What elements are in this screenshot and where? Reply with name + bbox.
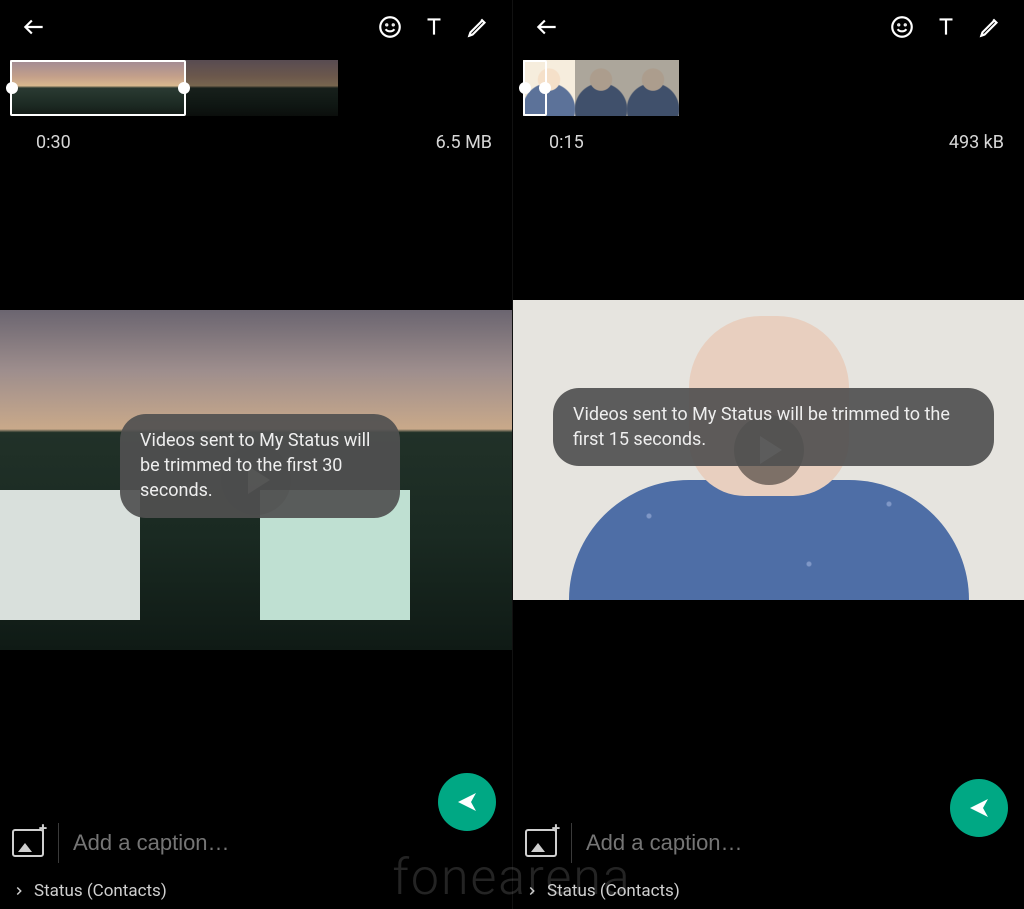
chevron-right-icon <box>12 884 26 898</box>
caption-input[interactable] <box>73 830 500 856</box>
divider <box>58 823 59 863</box>
arrow-left-icon <box>21 14 47 40</box>
filmstrip[interactable] <box>10 60 502 116</box>
recipient-selector[interactable]: Status (Contacts) <box>525 863 1012 901</box>
status-trim-toast: Videos sent to My Status will be trimmed… <box>120 414 400 518</box>
trim-meta: 0:30 6.5 MB <box>10 116 502 153</box>
frame-thumb <box>184 60 242 116</box>
top-bar <box>513 0 1024 54</box>
video-size: 6.5 MB <box>436 132 492 153</box>
video-trim[interactable]: 0:15 493 kB <box>513 54 1024 153</box>
add-media-button[interactable] <box>525 829 557 857</box>
send-icon <box>455 790 479 814</box>
text-button[interactable] <box>924 5 968 49</box>
emoji-button[interactable] <box>880 5 924 49</box>
top-bar <box>0 0 512 54</box>
trim-meta: 0:15 493 kB <box>523 116 1014 153</box>
frame-thumb <box>575 60 627 116</box>
send-button[interactable] <box>950 779 1008 837</box>
add-media-button[interactable] <box>12 829 44 857</box>
scene-art <box>569 480 969 600</box>
bottom-bar: Status (Contacts) <box>0 813 512 909</box>
frame-thumb <box>523 60 575 116</box>
frame-thumb <box>68 60 126 116</box>
frame-thumb <box>10 60 68 116</box>
screen-left: 0:30 6.5 MB Videos sent to My Status wil… <box>0 0 512 909</box>
arrow-left-icon <box>534 14 560 40</box>
frame-thumb <box>300 60 338 116</box>
emoji-button[interactable] <box>368 5 412 49</box>
video-duration: 0:15 <box>549 132 584 153</box>
frame-thumb <box>242 60 300 116</box>
draw-button[interactable] <box>968 5 1012 49</box>
caption-input[interactable] <box>586 830 1012 856</box>
smile-icon <box>889 14 915 40</box>
screen-right: 0:15 493 kB Videos sent to My Status wil… <box>512 0 1024 909</box>
text-button[interactable] <box>412 5 456 49</box>
filmstrip[interactable] <box>523 60 1014 116</box>
chevron-right-icon <box>525 884 539 898</box>
send-button[interactable] <box>438 773 496 831</box>
video-size: 493 kB <box>949 132 1004 153</box>
recipient-label: Status (Contacts) <box>34 881 167 901</box>
divider <box>571 823 572 863</box>
pencil-icon <box>977 14 1003 40</box>
bottom-bar: Status (Contacts) <box>513 813 1024 909</box>
text-icon <box>421 14 447 40</box>
back-button[interactable] <box>525 5 569 49</box>
text-icon <box>933 14 959 40</box>
recipient-selector[interactable]: Status (Contacts) <box>12 863 500 901</box>
video-trim[interactable]: 0:30 6.5 MB <box>0 54 512 153</box>
frame-thumb <box>126 60 184 116</box>
video-duration: 0:30 <box>36 132 71 153</box>
status-trim-toast: Videos sent to My Status will be trimmed… <box>553 388 994 466</box>
recipient-label: Status (Contacts) <box>547 881 680 901</box>
draw-button[interactable] <box>456 5 500 49</box>
send-icon <box>967 796 991 820</box>
frame-thumb <box>627 60 679 116</box>
back-button[interactable] <box>12 5 56 49</box>
pencil-icon <box>465 14 491 40</box>
smile-icon <box>377 14 403 40</box>
